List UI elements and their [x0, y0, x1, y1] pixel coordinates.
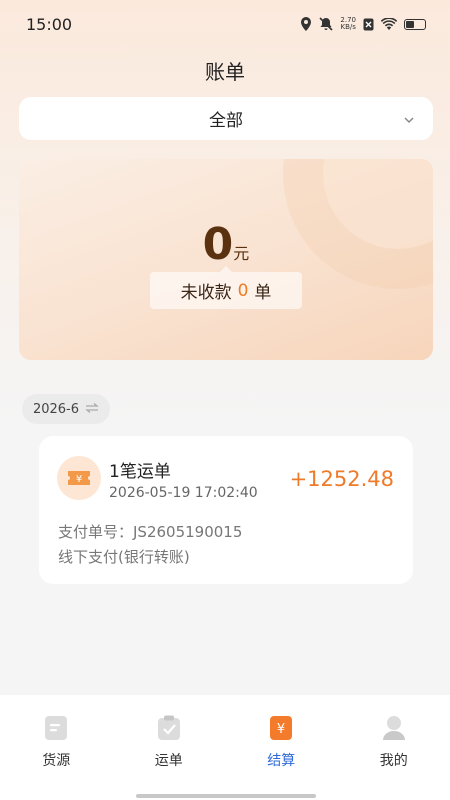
filter-selected-value: 全部 — [209, 111, 243, 131]
bill-title: 1笔运单 — [109, 462, 171, 482]
bill-time: 2026-05-19 17:02:40 — [109, 485, 258, 501]
total-amount-unit: 元 — [233, 244, 250, 263]
yuan-ticket-icon: ¥ — [269, 715, 293, 745]
total-amount-value: 0 — [202, 219, 234, 270]
page-title: 账单 — [205, 60, 245, 84]
month-label: 2026-6 — [32, 401, 80, 417]
svg-text:¥: ¥ — [76, 474, 82, 485]
battery-icon — [404, 18, 426, 30]
pending-count-badge: 未收款 0 单 — [150, 266, 302, 309]
location-icon — [300, 17, 312, 31]
mute-icon — [319, 17, 333, 31]
tab-label: 货源 — [42, 753, 71, 769]
tab-waybill[interactable]: 运单 — [113, 695, 226, 800]
home-indicator[interactable] — [136, 794, 316, 798]
bill-filter-dropdown[interactable]: 全部 — [19, 97, 433, 140]
bill-amount: +1252.48 — [289, 467, 394, 491]
document-icon — [44, 715, 68, 745]
net-speed: 2.70 KB/s — [340, 17, 356, 31]
svg-text:¥: ¥ — [277, 722, 285, 737]
bill-pay-method: 线下支付(银行转账) — [58, 548, 190, 566]
bottom-tab-bar: 货源 运单 ¥ 结算 我的 — [0, 695, 450, 800]
chevron-down-icon — [403, 111, 415, 130]
bill-list-item[interactable]: ¥ 1笔运单 2026-05-19 17:02:40 +1252.48 支付单号… — [39, 436, 413, 584]
tab-label: 运单 — [154, 753, 183, 769]
clipboard-check-icon — [157, 715, 181, 745]
pending-label: 未收款 — [180, 283, 232, 303]
summary-card: 0元 未收款 0 单 — [19, 159, 433, 360]
wifi-icon — [381, 18, 397, 30]
status-time: 15:00 — [26, 14, 73, 34]
yuan-ticket-icon: ¥ — [57, 456, 101, 500]
month-selector[interactable]: 2026-6 — [22, 394, 110, 424]
user-icon — [382, 715, 406, 745]
swap-icon — [85, 402, 99, 417]
bill-pay-number: 支付单号：JS2605190015 — [58, 523, 243, 541]
pending-unit: 单 — [254, 283, 272, 303]
tab-goods[interactable]: 货源 — [0, 695, 113, 800]
pending-count: 0 — [237, 280, 249, 301]
total-amount: 0元 — [19, 219, 433, 270]
tab-label: 我的 — [379, 753, 408, 769]
status-icons: 2.70 KB/s — [300, 17, 426, 31]
tab-profile[interactable]: 我的 — [338, 695, 450, 800]
status-bar: 15:00 2.70 KB/s — [0, 0, 450, 48]
net-speed-unit: KB/s — [340, 23, 356, 31]
tab-label: 结算 — [267, 753, 296, 769]
sim-off-icon — [363, 18, 374, 31]
tab-settlement[interactable]: ¥ 结算 — [225, 695, 338, 800]
